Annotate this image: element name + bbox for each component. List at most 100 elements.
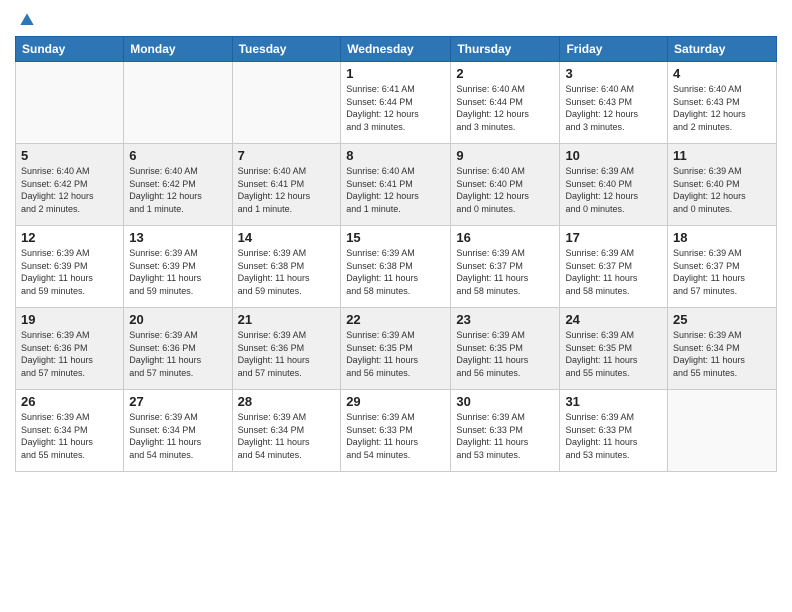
day-number: 19 xyxy=(21,312,118,327)
day-number: 12 xyxy=(21,230,118,245)
calendar-cell: 9 Sunrise: 6:40 AMSunset: 6:40 PMDaylight… xyxy=(451,144,560,226)
col-header-thursday: Thursday xyxy=(451,37,560,62)
week-row-4: 19 Sunrise: 6:39 AMSunset: 6:36 PMDayligh… xyxy=(16,308,777,390)
cell-info: Sunrise: 6:39 AMSunset: 6:37 PMDaylight:… xyxy=(565,247,662,297)
cell-info: Sunrise: 6:39 AMSunset: 6:33 PMDaylight:… xyxy=(456,411,554,461)
cell-info: Sunrise: 6:39 AMSunset: 6:38 PMDaylight:… xyxy=(346,247,445,297)
day-number: 26 xyxy=(21,394,118,409)
day-number: 30 xyxy=(456,394,554,409)
calendar-cell xyxy=(16,62,124,144)
logo-text xyxy=(15,10,37,30)
day-number: 20 xyxy=(129,312,226,327)
cell-info: Sunrise: 6:41 AMSunset: 6:44 PMDaylight:… xyxy=(346,83,445,133)
calendar-cell: 27 Sunrise: 6:39 AMSunset: 6:34 PMDayligh… xyxy=(124,390,232,472)
cell-info: Sunrise: 6:39 AMSunset: 6:37 PMDaylight:… xyxy=(456,247,554,297)
calendar-cell: 17 Sunrise: 6:39 AMSunset: 6:37 PMDayligh… xyxy=(560,226,668,308)
week-row-3: 12 Sunrise: 6:39 AMSunset: 6:39 PMDayligh… xyxy=(16,226,777,308)
cell-info: Sunrise: 6:40 AMSunset: 6:43 PMDaylight:… xyxy=(673,83,771,133)
calendar-cell: 11 Sunrise: 6:39 AMSunset: 6:40 PMDayligh… xyxy=(668,144,777,226)
day-number: 6 xyxy=(129,148,226,163)
cell-info: Sunrise: 6:40 AMSunset: 6:41 PMDaylight:… xyxy=(238,165,336,215)
cell-info: Sunrise: 6:39 AMSunset: 6:35 PMDaylight:… xyxy=(456,329,554,379)
day-number: 5 xyxy=(21,148,118,163)
col-header-friday: Friday xyxy=(560,37,668,62)
cell-info: Sunrise: 6:39 AMSunset: 6:33 PMDaylight:… xyxy=(346,411,445,461)
calendar-cell: 4Sunrise: 6:40 AMSunset: 6:43 PMDaylight… xyxy=(668,62,777,144)
cell-info: Sunrise: 6:39 AMSunset: 6:40 PMDaylight:… xyxy=(673,165,771,215)
cell-info: Sunrise: 6:39 AMSunset: 6:35 PMDaylight:… xyxy=(346,329,445,379)
day-number: 27 xyxy=(129,394,226,409)
logo-icon xyxy=(17,10,37,30)
calendar-cell: 21Sunrise: 6:39 AMSunset: 6:36 PMDayligh… xyxy=(232,308,341,390)
calendar-cell: 30 Sunrise: 6:39 AMSunset: 6:33 PMDayligh… xyxy=(451,390,560,472)
calendar-cell: 19 Sunrise: 6:39 AMSunset: 6:36 PMDayligh… xyxy=(16,308,124,390)
calendar-cell: 25 Sunrise: 6:39 AMSunset: 6:34 PMDayligh… xyxy=(668,308,777,390)
col-header-wednesday: Wednesday xyxy=(341,37,451,62)
cell-info: Sunrise: 6:40 AMSunset: 6:40 PMDaylight:… xyxy=(456,165,554,215)
day-number: 11 xyxy=(673,148,771,163)
cell-info: Sunrise: 6:39 AMSunset: 6:34 PMDaylight:… xyxy=(673,329,771,379)
day-number: 18 xyxy=(673,230,771,245)
calendar-cell xyxy=(668,390,777,472)
calendar-page: SundayMondayTuesdayWednesdayThursdayFrid… xyxy=(0,0,792,612)
cell-info: Sunrise: 6:40 AMSunset: 6:43 PMDaylight:… xyxy=(565,83,662,133)
day-number: 8 xyxy=(346,148,445,163)
cell-info: Sunrise: 6:40 AMSunset: 6:42 PMDaylight:… xyxy=(129,165,226,215)
cell-info: Sunrise: 6:39 AMSunset: 6:36 PMDaylight:… xyxy=(21,329,118,379)
cell-info: Sunrise: 6:39 AMSunset: 6:35 PMDaylight:… xyxy=(565,329,662,379)
calendar-cell: 18 Sunrise: 6:39 AMSunset: 6:37 PMDayligh… xyxy=(668,226,777,308)
calendar-cell: 10Sunrise: 6:39 AMSunset: 6:40 PMDayligh… xyxy=(560,144,668,226)
cell-info: Sunrise: 6:40 AMSunset: 6:44 PMDaylight:… xyxy=(456,83,554,133)
calendar-cell: 6 Sunrise: 6:40 AMSunset: 6:42 PMDaylight… xyxy=(124,144,232,226)
calendar-cell: 24 Sunrise: 6:39 AMSunset: 6:35 PMDayligh… xyxy=(560,308,668,390)
calendar-cell: 8Sunrise: 6:40 AMSunset: 6:41 PMDaylight… xyxy=(341,144,451,226)
col-header-tuesday: Tuesday xyxy=(232,37,341,62)
calendar-cell: 28 Sunrise: 6:39 AMSunset: 6:34 PMDayligh… xyxy=(232,390,341,472)
day-number: 9 xyxy=(456,148,554,163)
page-header xyxy=(15,10,777,28)
cell-info: Sunrise: 6:40 AMSunset: 6:42 PMDaylight:… xyxy=(21,165,118,215)
cell-info: Sunrise: 6:39 AMSunset: 6:34 PMDaylight:… xyxy=(238,411,336,461)
col-header-monday: Monday xyxy=(124,37,232,62)
calendar-cell xyxy=(124,62,232,144)
day-number: 17 xyxy=(565,230,662,245)
calendar-cell: 22 Sunrise: 6:39 AMSunset: 6:35 PMDayligh… xyxy=(341,308,451,390)
day-number: 2 xyxy=(456,66,554,81)
calendar-cell: 31Sunrise: 6:39 AMSunset: 6:33 PMDayligh… xyxy=(560,390,668,472)
day-number: 24 xyxy=(565,312,662,327)
calendar-cell: 15Sunrise: 6:39 AMSunset: 6:38 PMDayligh… xyxy=(341,226,451,308)
day-number: 1 xyxy=(346,66,445,81)
calendar-cell: 14Sunrise: 6:39 AMSunset: 6:38 PMDayligh… xyxy=(232,226,341,308)
calendar-cell: 12 Sunrise: 6:39 AMSunset: 6:39 PMDayligh… xyxy=(16,226,124,308)
cell-info: Sunrise: 6:39 AMSunset: 6:39 PMDaylight:… xyxy=(21,247,118,297)
cell-info: Sunrise: 6:39 AMSunset: 6:34 PMDaylight:… xyxy=(21,411,118,461)
cell-info: Sunrise: 6:39 AMSunset: 6:36 PMDaylight:… xyxy=(129,329,226,379)
calendar-cell: 26 Sunrise: 6:39 AMSunset: 6:34 PMDayligh… xyxy=(16,390,124,472)
calendar-cell: 3 Sunrise: 6:40 AMSunset: 6:43 PMDaylight… xyxy=(560,62,668,144)
col-header-saturday: Saturday xyxy=(668,37,777,62)
logo xyxy=(15,10,37,28)
cell-info: Sunrise: 6:39 AMSunset: 6:40 PMDaylight:… xyxy=(565,165,662,215)
cell-info: Sunrise: 6:39 AMSunset: 6:36 PMDaylight:… xyxy=(238,329,336,379)
week-row-1: 1 Sunrise: 6:41 AMSunset: 6:44 PMDaylight… xyxy=(16,62,777,144)
day-number: 28 xyxy=(238,394,336,409)
calendar-cell: 20 Sunrise: 6:39 AMSunset: 6:36 PMDayligh… xyxy=(124,308,232,390)
cell-info: Sunrise: 6:39 AMSunset: 6:38 PMDaylight:… xyxy=(238,247,336,297)
day-number: 7 xyxy=(238,148,336,163)
calendar-header-row: SundayMondayTuesdayWednesdayThursdayFrid… xyxy=(16,37,777,62)
cell-info: Sunrise: 6:39 AMSunset: 6:37 PMDaylight:… xyxy=(673,247,771,297)
calendar-cell: 13 Sunrise: 6:39 AMSunset: 6:39 PMDayligh… xyxy=(124,226,232,308)
day-number: 23 xyxy=(456,312,554,327)
day-number: 13 xyxy=(129,230,226,245)
calendar-cell: 2 Sunrise: 6:40 AMSunset: 6:44 PMDaylight… xyxy=(451,62,560,144)
day-number: 29 xyxy=(346,394,445,409)
cell-info: Sunrise: 6:39 AMSunset: 6:39 PMDaylight:… xyxy=(129,247,226,297)
col-header-sunday: Sunday xyxy=(16,37,124,62)
week-row-2: 5 Sunrise: 6:40 AMSunset: 6:42 PMDaylight… xyxy=(16,144,777,226)
day-number: 16 xyxy=(456,230,554,245)
day-number: 22 xyxy=(346,312,445,327)
cell-info: Sunrise: 6:39 AMSunset: 6:34 PMDaylight:… xyxy=(129,411,226,461)
week-row-5: 26 Sunrise: 6:39 AMSunset: 6:34 PMDayligh… xyxy=(16,390,777,472)
day-number: 25 xyxy=(673,312,771,327)
day-number: 3 xyxy=(565,66,662,81)
